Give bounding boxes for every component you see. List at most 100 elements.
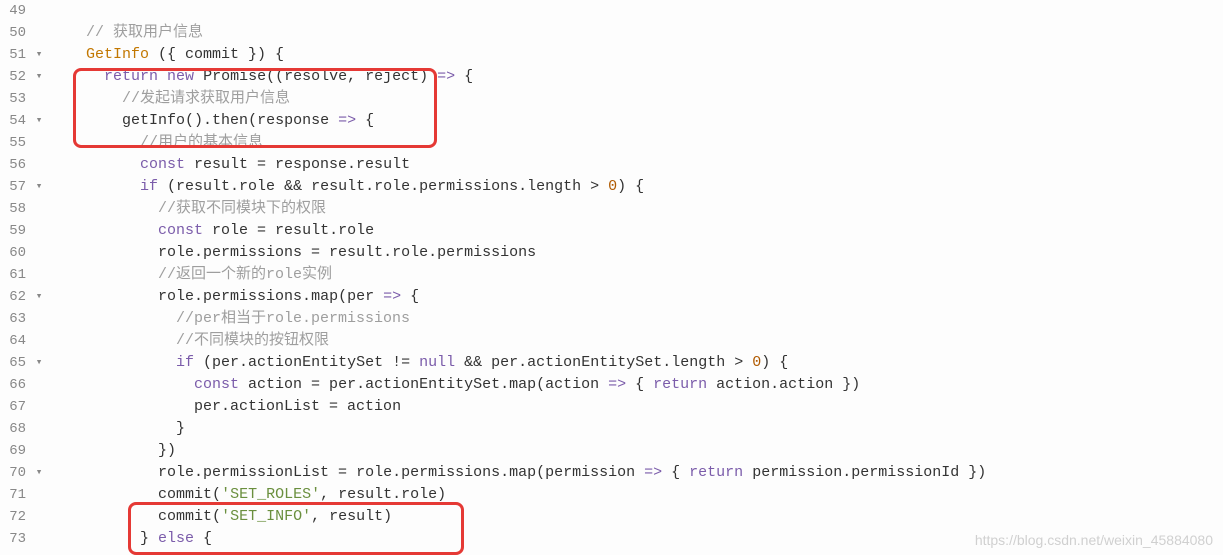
fold-marker [30, 374, 48, 396]
fold-gutter: ▾▾▾▾▾▾▾ [30, 0, 48, 555]
code-line: // 获取用户信息 [50, 22, 1223, 44]
code-line: //不同模块的按钮权限 [50, 330, 1223, 352]
token-ident: commit [158, 508, 212, 525]
token-comment: //返回一个新的role实例 [158, 266, 332, 283]
line-number: 64 [0, 330, 26, 352]
token-comment: //不同模块的按钮权限 [176, 332, 329, 349]
token-comment: // 获取用户信息 [86, 24, 203, 41]
token-punct [743, 354, 752, 371]
token-ident: map [509, 376, 536, 393]
code-line: GetInfo ({ commit }) { [50, 44, 1223, 66]
token-punct: role.permissionList = role.permissions. [158, 464, 509, 481]
code-line: //获取不同模块下的权限 [50, 198, 1223, 220]
token-punct: (). [185, 112, 212, 129]
fold-marker [30, 264, 48, 286]
token-punct: }) [158, 442, 176, 459]
line-number: 57 [0, 176, 26, 198]
token-punct: action = per.actionEntitySet. [239, 376, 509, 393]
token-punct: (per [338, 288, 383, 305]
fold-marker[interactable]: ▾ [30, 462, 48, 484]
token-op: && [464, 354, 482, 371]
token-num: 0 [608, 178, 617, 195]
token-punct: per.actionList = action [194, 398, 401, 415]
token-comment: //获取不同模块下的权限 [158, 200, 326, 217]
token-string: 'SET_ROLES' [221, 486, 320, 503]
token-null: null [419, 354, 455, 371]
token-punct [194, 68, 203, 85]
fold-marker [30, 528, 48, 550]
line-number: 49 [0, 0, 26, 22]
fold-marker[interactable]: ▾ [30, 44, 48, 66]
token-punct: (action [536, 376, 608, 393]
token-punct: } [140, 530, 158, 547]
fold-marker[interactable]: ▾ [30, 110, 48, 132]
code-line: const result = response.result [50, 154, 1223, 176]
fold-marker [30, 0, 48, 22]
code-line: const role = result.role [50, 220, 1223, 242]
token-ident: map [311, 288, 338, 305]
fold-marker [30, 440, 48, 462]
line-number: 54 [0, 110, 26, 132]
fold-marker[interactable]: ▾ [30, 176, 48, 198]
token-punct: } [176, 420, 185, 437]
line-number: 69 [0, 440, 26, 462]
line-number: 59 [0, 220, 26, 242]
fold-marker [30, 220, 48, 242]
code-line: const action = per.actionEntitySet.map(a… [50, 374, 1223, 396]
token-punct: { [626, 376, 653, 393]
code-line: per.actionList = action [50, 396, 1223, 418]
fold-marker [30, 396, 48, 418]
token-comment: //发起请求获取用户信息 [122, 90, 290, 107]
token-ident: then [212, 112, 248, 129]
token-comment: //per相当于role.permissions [176, 310, 410, 327]
token-punct [455, 354, 464, 371]
token-keyword: else [158, 530, 194, 547]
line-number: 70 [0, 462, 26, 484]
token-ident: getInfo [122, 112, 185, 129]
token-punct: { [356, 112, 374, 129]
code-line: commit('SET_INFO', result) [50, 506, 1223, 528]
fold-marker[interactable]: ▾ [30, 286, 48, 308]
line-number: 55 [0, 132, 26, 154]
fold-marker [30, 22, 48, 44]
line-number: 51 [0, 44, 26, 66]
token-punct: { [194, 530, 212, 547]
code-line: commit('SET_ROLES', result.role) [50, 484, 1223, 506]
token-string: 'SET_INFO' [221, 508, 311, 525]
token-ident: Promise [203, 68, 266, 85]
fold-marker [30, 506, 48, 528]
token-keyword: => [644, 464, 662, 481]
line-number: 63 [0, 308, 26, 330]
token-punct: , result.role) [320, 486, 446, 503]
fold-marker[interactable]: ▾ [30, 66, 48, 88]
token-punct: (permission [536, 464, 644, 481]
token-ident: map [509, 464, 536, 481]
line-number-gutter: 4950515253545556575859606162636465666768… [0, 0, 30, 555]
token-punct: role.permissions. [158, 288, 311, 305]
line-number: 58 [0, 198, 26, 220]
fold-marker[interactable]: ▾ [30, 352, 48, 374]
line-number: 60 [0, 242, 26, 264]
token-keyword: return [104, 68, 158, 85]
line-number: 62 [0, 286, 26, 308]
fold-marker [30, 418, 48, 440]
code-line: role.permissions.map(per => { [50, 286, 1223, 308]
token-punct: result.role.permissions.length [302, 178, 590, 195]
line-number: 71 [0, 484, 26, 506]
token-num: 0 [752, 354, 761, 371]
token-keyword: => [608, 376, 626, 393]
token-punct: (per.actionEntitySet [194, 354, 392, 371]
token-comment: //用户的基本信息 [140, 134, 263, 151]
token-keyword: => [338, 112, 356, 129]
code-line: if (per.actionEntitySet != null && per.a… [50, 352, 1223, 374]
token-punct [599, 178, 608, 195]
token-keyword: => [383, 288, 401, 305]
fold-marker [30, 330, 48, 352]
line-number: 52 [0, 66, 26, 88]
line-number: 50 [0, 22, 26, 44]
code-line: //发起请求获取用户信息 [50, 88, 1223, 110]
fold-marker [30, 154, 48, 176]
token-punct: ) { [617, 178, 644, 195]
code-line: } [50, 418, 1223, 440]
token-punct: permission.permissionId }) [743, 464, 986, 481]
